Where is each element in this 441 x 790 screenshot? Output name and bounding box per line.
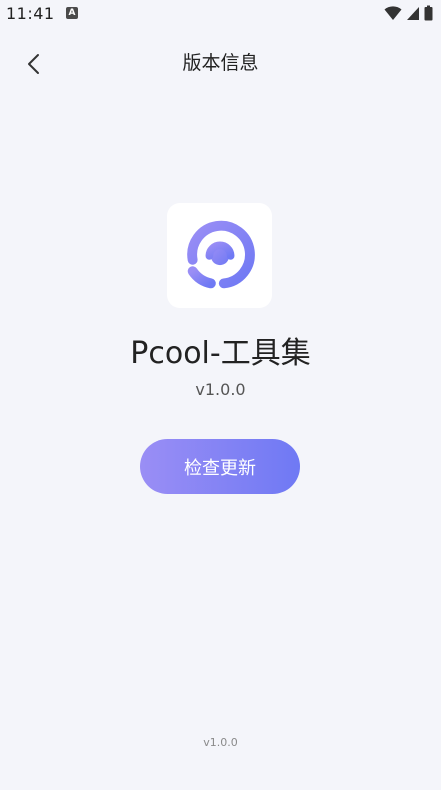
page-title: 版本信息 — [182, 52, 259, 74]
signal-icon — [407, 7, 419, 20]
battery-icon — [424, 5, 433, 21]
status-time: 11:41 — [6, 4, 55, 23]
app-version: v1.0.0 — [195, 380, 246, 399]
app-name: Pcool-工具集 — [130, 336, 311, 371]
pcool-logo-icon — [186, 220, 255, 288]
check-update-button[interactable]: 检查更新 — [140, 439, 300, 494]
nav-bar: 版本信息 — [0, 28, 441, 96]
footer-version: v1.0.0 — [203, 736, 238, 749]
notification-a-icon: A — [66, 7, 78, 19]
app-logo — [167, 203, 272, 308]
status-bar: 11:41 A — [0, 0, 441, 28]
status-icons — [384, 5, 433, 21]
wifi-icon — [384, 6, 402, 20]
